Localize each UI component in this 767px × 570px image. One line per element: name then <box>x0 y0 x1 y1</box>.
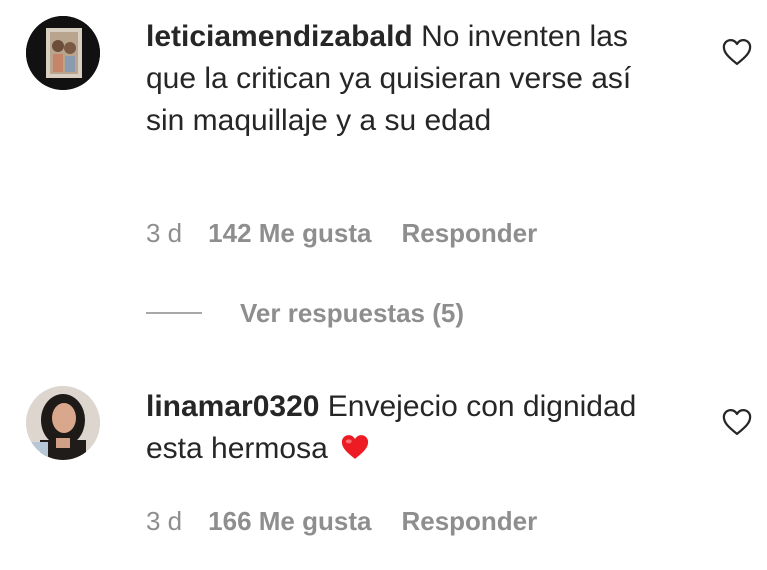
comment-time[interactable]: 3 d <box>146 218 182 249</box>
view-replies-label: Ver respuestas (5) <box>240 297 465 328</box>
heart-outline-icon[interactable] <box>722 38 752 66</box>
comment-meta: 3 d 142 Me gusta Responder <box>146 218 537 249</box>
reply-button[interactable]: Responder <box>401 218 537 249</box>
user-avatar-photo-icon <box>26 386 100 460</box>
comment-username[interactable]: leticiamendizabald <box>146 20 413 53</box>
avatar[interactable] <box>26 16 100 90</box>
avatar[interactable] <box>26 386 100 460</box>
heart-outline-icon[interactable] <box>722 408 752 436</box>
comment-likes[interactable]: 142 Me gusta <box>208 218 371 249</box>
red-heart-emoji <box>341 435 369 459</box>
comment-username[interactable]: linamar0320 <box>146 390 319 423</box>
comment-text: leticiamendizabald No inventen las que l… <box>146 16 666 142</box>
comment-likes[interactable]: 166 Me gusta <box>208 506 371 537</box>
divider-line <box>146 312 202 314</box>
reply-button[interactable]: Responder <box>401 506 537 537</box>
user-avatar-photo-icon <box>26 16 100 90</box>
comment-text: linamar0320 Envejecio con dignidad esta … <box>146 386 666 470</box>
view-replies-button[interactable]: Ver respuestas (5) <box>146 296 464 330</box>
comment-time[interactable]: 3 d <box>146 506 182 537</box>
comment-meta: 3 d 166 Me gusta Responder <box>146 506 537 537</box>
